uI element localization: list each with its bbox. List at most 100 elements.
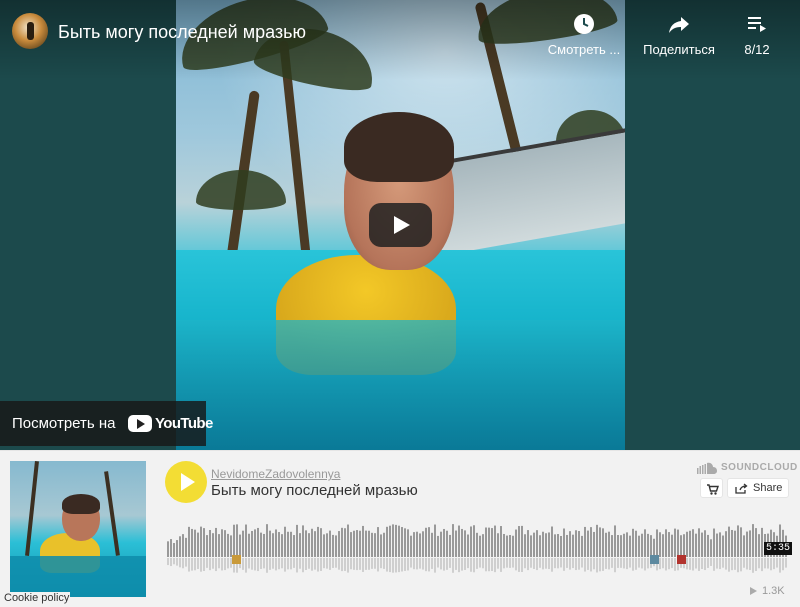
waveform-reflection	[710, 558, 712, 566]
track-artwork[interactable]	[10, 461, 146, 597]
waveform-reflection	[467, 558, 469, 569]
waveform-reflection	[251, 558, 253, 570]
waveform-bar	[713, 528, 715, 557]
waveform-bar	[476, 532, 478, 557]
track-title[interactable]: Быть могу последней мразью	[211, 482, 418, 499]
waveform-bar	[617, 535, 619, 557]
waveform-reflection	[188, 558, 190, 572]
waveform-reflection	[485, 558, 487, 572]
waveform-bar	[290, 531, 292, 557]
watch-on-youtube-button[interactable]: Посмотреть на YouTube	[0, 401, 213, 446]
waveform-bar	[335, 535, 337, 557]
waveform-bar	[182, 534, 184, 557]
waveform-bar	[407, 529, 409, 557]
waveform-bar	[344, 528, 346, 557]
play-icon	[181, 473, 195, 491]
waveform-bar	[326, 533, 328, 557]
playlist-button[interactable]: 8/12	[737, 12, 777, 57]
cookie-policy-link[interactable]: Cookie policy	[3, 592, 71, 604]
waveform-bar	[695, 533, 697, 557]
waveform-reflection	[665, 558, 667, 571]
waveform-bar	[368, 530, 370, 557]
waveform-bar	[185, 537, 187, 557]
waveform-reflection	[572, 558, 574, 569]
waveform-bar	[761, 527, 763, 557]
waveform-bar	[611, 535, 613, 557]
waveform-bar	[548, 532, 550, 557]
waveform-bar	[533, 532, 535, 557]
waveform-reflection	[578, 558, 580, 570]
play-button[interactable]	[369, 203, 432, 247]
waveform-bar	[497, 533, 499, 557]
waveform-bar	[386, 526, 388, 557]
comment-avatar[interactable]	[677, 555, 686, 564]
waveform-bar	[329, 530, 331, 557]
waveform-reflection	[320, 558, 322, 571]
comment-avatar[interactable]	[650, 555, 659, 564]
waveform-bar	[620, 535, 622, 557]
waveform-reflection	[623, 558, 625, 569]
soundcloud-logo-word: SOUNDCLOUD	[721, 462, 798, 473]
share-button[interactable]: Поделиться	[640, 12, 718, 57]
waveform-bar	[215, 527, 217, 557]
waveform-reflection	[452, 558, 454, 573]
person-hair	[344, 112, 454, 182]
waveform-reflection	[605, 558, 607, 569]
waveform-reflection	[527, 558, 529, 571]
waveform-bar	[503, 533, 505, 557]
waveform-bar	[521, 525, 523, 557]
waveform-reflection	[746, 558, 748, 570]
waveform-bar	[584, 526, 586, 557]
sc-play-button[interactable]	[165, 461, 207, 503]
person-hair	[62, 494, 100, 514]
watch-later-button[interactable]: Смотреть ...	[546, 12, 622, 57]
waveform-reflection	[377, 558, 379, 572]
share-arrow-icon	[669, 17, 689, 33]
waveform-reflection	[413, 558, 415, 570]
waveform-reflection	[692, 558, 694, 571]
waveform-reflection	[647, 558, 649, 569]
comment-avatar[interactable]	[232, 555, 241, 564]
waveform-reflection	[695, 558, 697, 569]
waveform-bar	[746, 531, 748, 557]
waveform-bar	[626, 532, 628, 557]
play-count-value: 1.3K	[762, 585, 785, 597]
waveform-reflection	[464, 558, 466, 570]
waveform-reflection	[518, 558, 520, 572]
waveform-reflection	[659, 558, 661, 570]
waveform[interactable]	[167, 513, 789, 575]
track-user-link[interactable]: NevidomeZadovolennya	[211, 467, 340, 481]
waveform-bar	[200, 526, 202, 557]
waveform-bar	[425, 527, 427, 557]
waveform-reflection	[266, 558, 268, 573]
waveform-reflection	[203, 558, 205, 572]
waveform-reflection	[359, 558, 361, 570]
video-title[interactable]: Быть могу последней мразью	[58, 21, 306, 43]
waveform-reflection	[713, 558, 715, 571]
waveform-reflection	[584, 558, 586, 572]
waveform-bar	[299, 533, 301, 557]
waveform-reflection	[581, 558, 583, 568]
waveform-bar	[566, 534, 568, 557]
waveform-bar	[401, 527, 403, 557]
waveform-bar	[515, 529, 517, 557]
youtube-player[interactable]: Быть могу последней мразью Смотреть ... …	[0, 0, 800, 450]
waveform-reflection	[179, 558, 181, 568]
waveform-reflection	[770, 558, 772, 571]
waveform-bar	[350, 532, 352, 557]
buy-button[interactable]	[700, 478, 723, 498]
waveform-reflection	[227, 558, 229, 569]
waveform-reflection	[632, 558, 634, 571]
waveform-bar	[641, 533, 643, 557]
sc-share-button[interactable]: Share	[727, 478, 789, 498]
waveform-bar	[458, 525, 460, 557]
playlist-position: 8/12	[744, 42, 770, 57]
waveform-reflection	[224, 558, 226, 571]
waveform-reflection	[689, 558, 691, 570]
channel-avatar[interactable]	[12, 13, 48, 49]
waveform-bar	[743, 535, 745, 557]
waveform-reflection	[446, 558, 448, 570]
waveform-bar	[440, 531, 442, 557]
waveform-bar	[404, 528, 406, 557]
waveform-bar	[422, 531, 424, 557]
